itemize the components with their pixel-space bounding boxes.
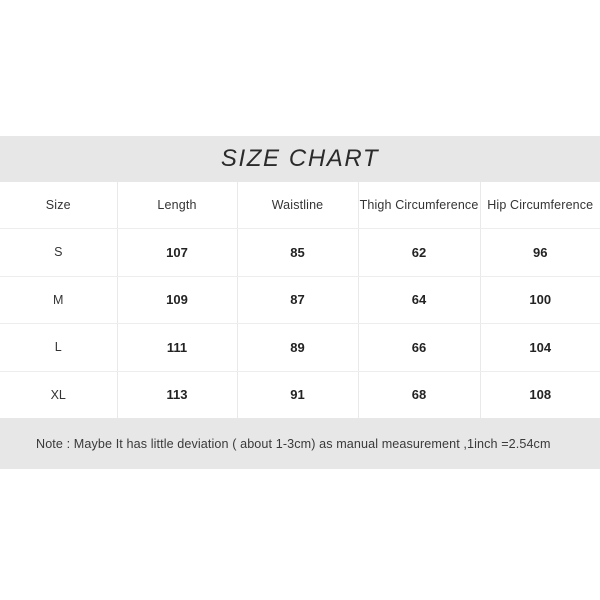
cell-length: 113 xyxy=(117,371,238,418)
cell-size: L xyxy=(0,323,118,372)
cell-hip: 100 xyxy=(480,276,600,324)
cell-length: 107 xyxy=(117,228,238,277)
table-row: M 109 87 64 100 xyxy=(0,276,600,324)
cell-thigh: 68 xyxy=(358,371,481,418)
size-table-head: Size Length Waistline Thigh Circumferenc… xyxy=(0,182,600,229)
cell-hip: 96 xyxy=(480,228,600,277)
cell-size: S xyxy=(0,228,118,277)
size-chart-note-band: Note : Maybe It has little deviation ( a… xyxy=(0,418,600,469)
cell-waistline: 89 xyxy=(237,323,359,372)
cell-thigh: 62 xyxy=(358,228,481,277)
cell-waistline: 87 xyxy=(237,276,359,324)
table-row: XL 113 91 68 108 xyxy=(0,371,600,418)
cell-waistline: 91 xyxy=(237,371,359,418)
cell-size: M xyxy=(0,276,118,324)
size-chart-card: SIZE CHART Size Length Waistline Thigh C… xyxy=(0,136,600,469)
cell-length: 109 xyxy=(117,276,238,324)
measurement-note: Note : Maybe It has little deviation ( a… xyxy=(36,436,551,451)
column-header-length: Length xyxy=(117,182,238,229)
column-header-thigh-circumference: Thigh Circumference xyxy=(358,182,481,229)
cell-length: 111 xyxy=(117,323,238,372)
column-header-waistline: Waistline xyxy=(237,182,359,229)
table-row: L 111 89 66 104 xyxy=(0,323,600,372)
table-row: S 107 85 62 96 xyxy=(0,228,600,277)
cell-size: XL xyxy=(0,371,118,418)
size-table-body: S 107 85 62 96 M 109 87 64 100 L 111 89 … xyxy=(0,228,600,418)
table-header-row: Size Length Waistline Thigh Circumferenc… xyxy=(0,182,600,229)
column-header-hip-circumference: Hip Circumference xyxy=(480,182,600,229)
cell-hip: 108 xyxy=(480,371,600,418)
cell-thigh: 66 xyxy=(358,323,481,372)
cell-waistline: 85 xyxy=(237,228,359,277)
cell-thigh: 64 xyxy=(358,276,481,324)
column-header-size: Size xyxy=(0,182,118,229)
size-table: Size Length Waistline Thigh Circumferenc… xyxy=(0,182,600,418)
size-chart-title-band: SIZE CHART xyxy=(0,136,600,182)
cell-hip: 104 xyxy=(480,323,600,372)
page-title: SIZE CHART xyxy=(220,145,380,172)
